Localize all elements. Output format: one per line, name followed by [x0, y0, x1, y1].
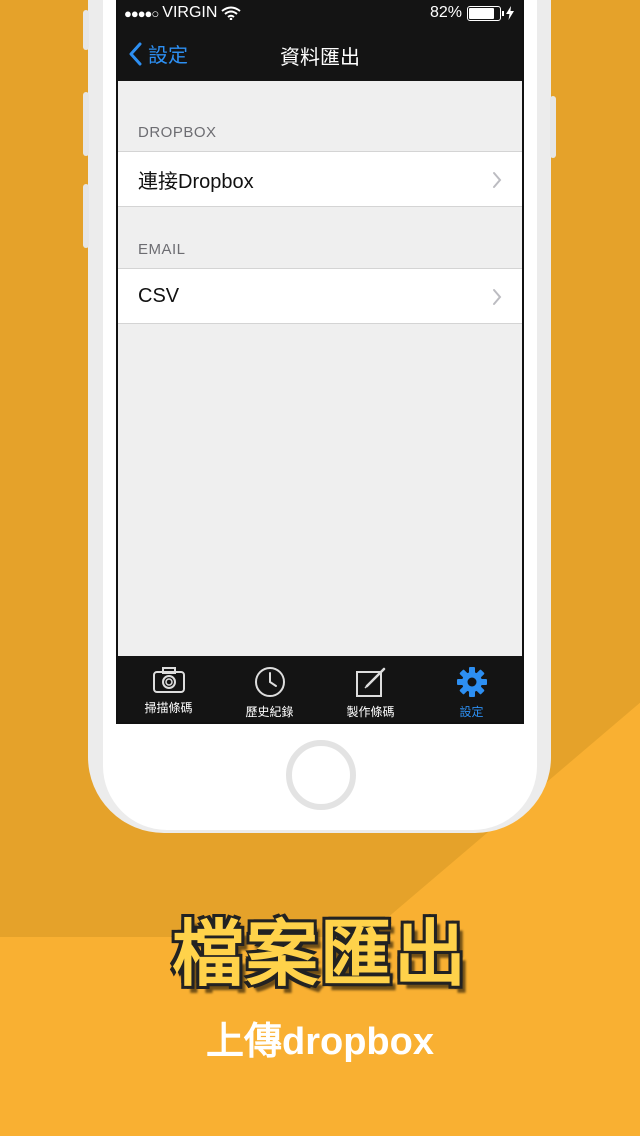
gear-icon [456, 667, 487, 697]
camera-icon [152, 667, 185, 693]
promo-subline: 上傳dropbox [206, 1021, 434, 1063]
tab-label: 掃描條碼 [144, 701, 193, 715]
tab-create-barcode[interactable]: 製作條碼 [320, 656, 421, 722]
tab-scan-barcode[interactable]: 掃描條碼 [118, 656, 219, 722]
tab-settings[interactable]: 設定 [421, 656, 522, 722]
home-button [286, 740, 356, 810]
signal-strength: ●●●●○ [124, 5, 159, 21]
clock-icon [254, 667, 285, 697]
page-title: 資料匯出 [280, 47, 360, 69]
row-label: CSV [138, 284, 180, 307]
volume-up-button [83, 92, 89, 156]
status-bar: ●●●●○ VIRGIN 82% [118, 0, 522, 26]
row-label: 連接Dropbox [138, 170, 254, 193]
promo-headline: 檔案匯出 [171, 912, 468, 996]
phone-screen: ●●●●○ VIRGIN 82% 設定 資料匯出 DROPBOX 連接Dropb… [116, 0, 524, 724]
edit-icon [355, 667, 385, 697]
carrier-name: VIRGIN [162, 4, 218, 21]
tab-bar: 掃描條碼 歷史紀錄 製作條碼 設定 [118, 656, 522, 722]
charging-bolt-icon [506, 6, 514, 20]
settings-list: DROPBOX 連接Dropbox EMAIL CSV [118, 81, 522, 324]
battery-percent: 82% [429, 4, 462, 21]
power-button [550, 96, 556, 158]
tab-label: 歷史紀錄 [245, 705, 294, 719]
navigation-bar: 設定 資料匯出 [118, 26, 522, 81]
csv-export-row[interactable]: CSV [118, 268, 522, 324]
chevron-right-icon [493, 289, 502, 305]
section-header-dropbox: DROPBOX [138, 124, 217, 141]
volume-down-button [83, 184, 89, 248]
tab-history[interactable]: 歷史紀錄 [219, 656, 320, 722]
mute-switch [83, 10, 89, 50]
section-header-email: EMAIL [138, 241, 186, 258]
connect-dropbox-row[interactable]: 連接Dropbox [118, 151, 522, 207]
tab-label: 製作條碼 [346, 705, 395, 719]
tab-label: 設定 [459, 705, 484, 719]
chevron-right-icon [493, 172, 502, 188]
wifi-icon [221, 6, 242, 20]
battery-icon [467, 5, 504, 21]
